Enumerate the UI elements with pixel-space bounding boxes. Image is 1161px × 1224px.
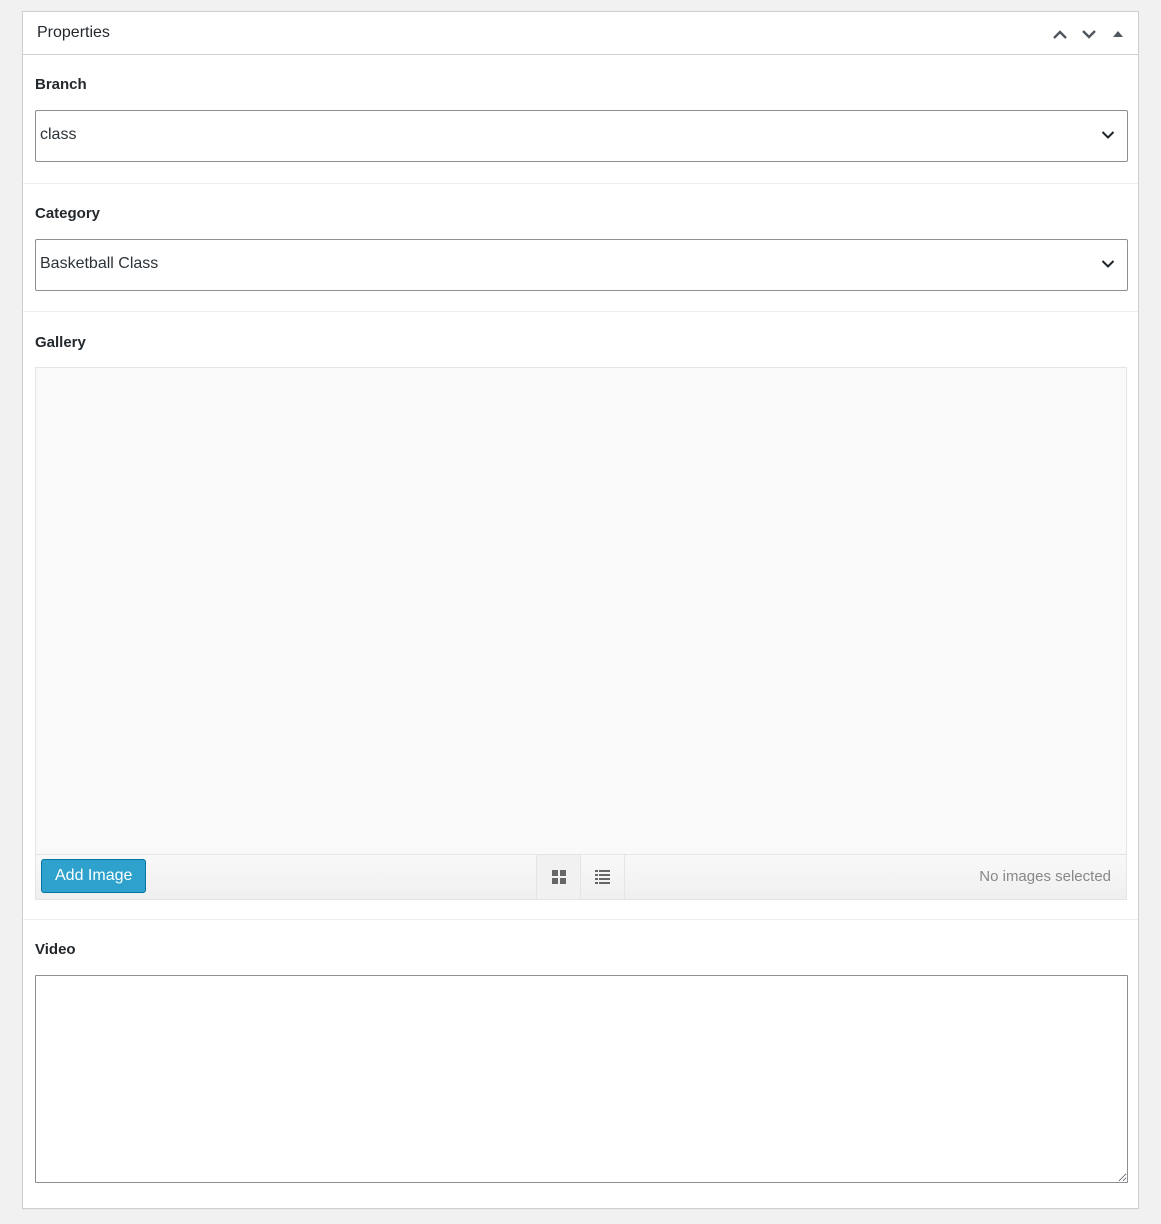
gallery-toolbar: Add Image No images selected <box>36 854 1126 899</box>
properties-metabox: Properties Branch class Category Basketb… <box>22 11 1139 1209</box>
video-field: Video <box>35 941 1128 1183</box>
branch-label: Branch <box>35 76 87 93</box>
metabox-handle-actions <box>1045 21 1132 47</box>
gallery-container: Add Image No images selected <box>35 367 1127 900</box>
grid-view-icon <box>551 870 566 884</box>
field-divider <box>23 311 1138 312</box>
field-divider <box>23 183 1138 184</box>
category-field: Category Basketball Class <box>35 205 1128 291</box>
chevron-up-icon <box>1052 30 1067 39</box>
grid-view-toggle[interactable] <box>536 855 580 899</box>
category-select[interactable]: Basketball Class <box>35 239 1128 291</box>
video-textarea[interactable] <box>35 975 1128 1183</box>
move-up-button[interactable] <box>1045 21 1074 47</box>
branch-select[interactable]: class <box>35 110 1128 162</box>
chevron-down-icon <box>1101 260 1115 268</box>
gallery-status: No images selected <box>979 868 1111 885</box>
field-divider <box>23 919 1138 920</box>
gallery-field: Gallery Add Image No images selected <box>35 334 1127 900</box>
category-label: Category <box>35 205 101 222</box>
chevron-down-icon <box>1081 30 1096 39</box>
gallery-label: Gallery <box>35 334 86 351</box>
list-view-icon <box>595 870 610 884</box>
add-image-button[interactable]: Add Image <box>41 859 147 893</box>
metabox-header: Properties <box>23 12 1138 55</box>
move-down-button[interactable] <box>1074 21 1103 47</box>
metabox-title: Properties <box>37 24 110 41</box>
branch-select-value: class <box>40 126 77 143</box>
toggle-panel-button[interactable] <box>1103 21 1132 47</box>
chevron-down-icon <box>1101 131 1115 139</box>
branch-field: Branch class <box>35 76 1128 162</box>
triangle-up-icon <box>1112 31 1123 37</box>
category-select-value: Basketball Class <box>40 255 159 272</box>
video-label: Video <box>35 941 76 958</box>
list-view-toggle[interactable] <box>580 855 625 899</box>
